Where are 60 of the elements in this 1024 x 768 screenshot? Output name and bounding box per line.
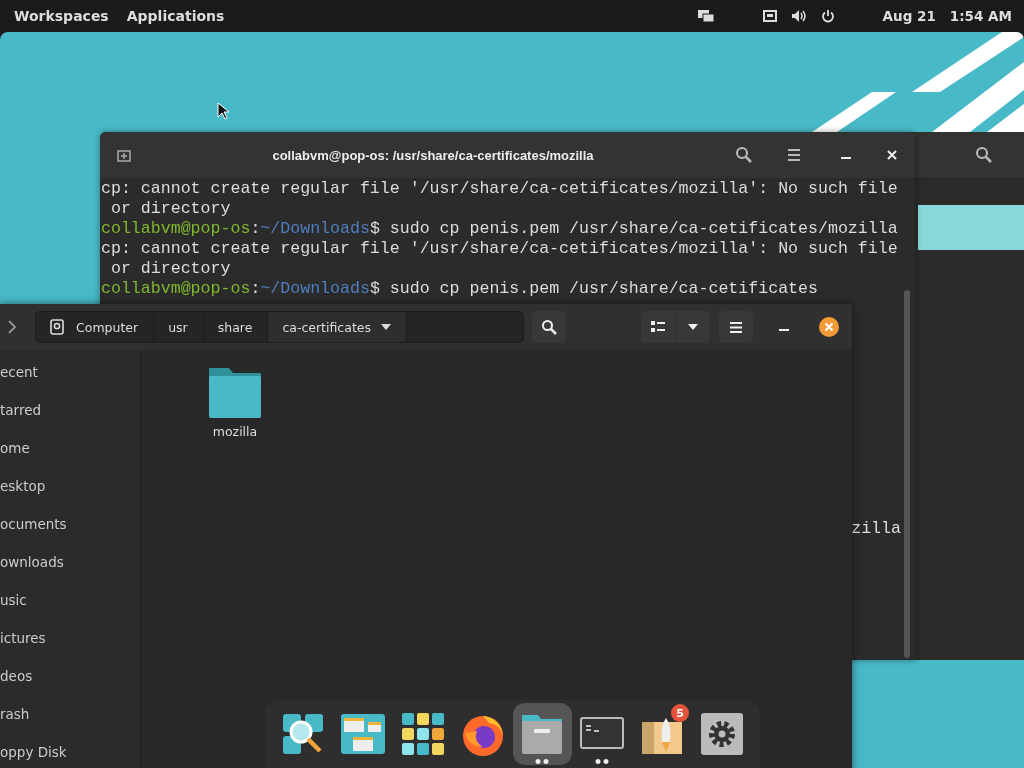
clock-date[interactable]: Aug 21 (882, 8, 936, 24)
file-name[interactable]: mozilla (212, 424, 258, 439)
sidebar-item[interactable]: ecent (0, 353, 140, 391)
search-icon[interactable] (975, 146, 993, 164)
power-icon[interactable] (820, 9, 835, 23)
sidebar-item[interactable]: esktop (0, 467, 140, 505)
terminal-output-line: cp: cannot create regular file '/usr/share/ca-cetificates/mozilla': No such file (101, 179, 898, 199)
new-tab-icon[interactable] (117, 148, 131, 162)
scrollbar[interactable] (904, 290, 910, 658)
workspaces-button[interactable]: Workspaces (12, 8, 111, 24)
terminal-output-line: cp: cannot create regular file '/usr/share/ca-cetificates/mozilla': No such file (101, 239, 898, 259)
notification-count: 5 (671, 704, 690, 722)
terminal-output-line: zilla (851, 519, 901, 539)
running-indicator (535, 759, 549, 764)
sidebar-item[interactable]: oppy Disk (0, 733, 140, 768)
sidebar-item[interactable]: ocuments (0, 505, 140, 543)
settings-icon (701, 713, 744, 755)
sidebar-item[interactable]: usic (0, 581, 140, 619)
running-indicator (595, 759, 609, 764)
terminal-output-line: or directory (109, 199, 231, 219)
path-segment[interactable]: ca-certificates (268, 312, 407, 342)
clock-time[interactable]: 1:54 AM (949, 8, 1012, 24)
list-view-icon (651, 321, 665, 333)
terminal-icon (580, 717, 625, 751)
menu-icon[interactable] (787, 149, 801, 161)
search-icon[interactable] (735, 146, 753, 164)
windows-icon[interactable] (696, 9, 715, 23)
path-segment[interactable]: usr (154, 312, 204, 342)
close-icon[interactable] (887, 150, 897, 160)
dock-item[interactable] (512, 703, 573, 765)
network-icon[interactable] (762, 9, 777, 23)
sidebar-item[interactable]: deos (0, 657, 140, 695)
terminal-prompt-line: collabvm@pop-os:~/Downloads$ sudo cp penis.pem /usr/share/ca-cetificates/mozilla (101, 219, 898, 239)
view-options-button[interactable] (676, 311, 710, 343)
search-button[interactable] (532, 311, 566, 343)
sidebar-item[interactable]: tarred (0, 391, 140, 429)
drive-icon (50, 319, 64, 335)
mouse-pointer-icon (217, 102, 229, 120)
sidebar-item[interactable]: rash (0, 695, 140, 733)
sidebar-item[interactable]: ome (0, 429, 140, 467)
volume-icon[interactable] (790, 9, 807, 23)
menu-button[interactable] (719, 311, 753, 343)
close-icon[interactable] (819, 317, 839, 337)
sidebar-item[interactable]: ictures (0, 619, 140, 657)
caret-icon (688, 324, 698, 330)
workspaces-icon (340, 714, 385, 754)
folder-icon (521, 713, 564, 755)
search-icon (280, 712, 325, 756)
dock-item[interactable]: 5 (632, 703, 693, 765)
window-title: collabvm@pop-os: /usr/share/ca-certificates/mozilla (271, 147, 595, 163)
view-list-button[interactable] (641, 311, 675, 343)
path-segment[interactable]: Computer (36, 312, 155, 342)
applications-button[interactable]: Applications (124, 8, 227, 24)
terminal-output-line: or directory (109, 259, 231, 279)
sidebar-item[interactable]: ownloads (0, 543, 140, 581)
caret-icon (381, 324, 391, 330)
search-icon (541, 319, 557, 335)
menu-icon (730, 321, 742, 333)
terminal-prompt-line: collabvm@pop-os:~/Downloads$ sudo cp penis.pem /usr/share/ca-cetificates (101, 279, 818, 299)
app-grid-icon (401, 713, 444, 755)
